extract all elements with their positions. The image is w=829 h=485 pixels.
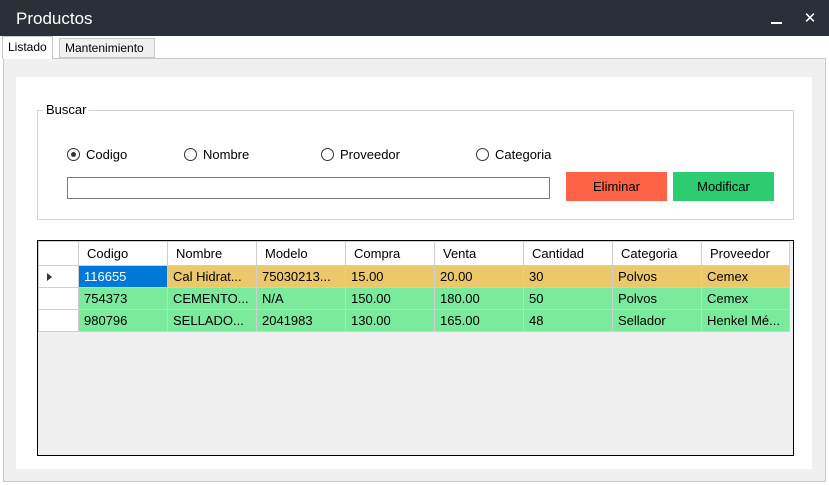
radio-nombre-label: Nombre (203, 146, 250, 162)
search-groupbox: Buscar Codigo Nombre Proveedor Categoria… (37, 102, 794, 220)
radio-circle-icon (184, 147, 197, 161)
table-cell[interactable]: N/A (256, 287, 346, 310)
column-header-cantidad[interactable]: Cantidad (523, 241, 613, 266)
column-header-venta[interactable]: Venta (434, 241, 524, 266)
table-cell[interactable]: Polvos (612, 265, 702, 288)
radio-categoria[interactable]: Categoria (476, 145, 551, 163)
table-cell[interactable]: Polvos (612, 287, 702, 310)
table-cell[interactable]: 15.00 (345, 265, 435, 288)
delete-button[interactable]: Eliminar (566, 172, 667, 201)
search-group-label: Buscar (43, 102, 90, 117)
column-header-modelo[interactable]: Modelo (256, 241, 346, 266)
table-cell[interactable]: 30 (523, 265, 613, 288)
radio-circle-icon (321, 147, 334, 161)
radio-proveedor-label: Proveedor (340, 146, 400, 162)
row-header[interactable] (38, 265, 79, 288)
table-cell[interactable]: CEMENTO... (167, 287, 257, 310)
close-icon[interactable]: ✕ (798, 6, 822, 30)
table-header-row: Codigo Nombre Modelo Compra Venta Cantid… (38, 241, 790, 266)
table-cell[interactable]: 50 (523, 287, 613, 310)
column-header-proveedor[interactable]: Proveedor (701, 241, 790, 266)
radio-proveedor[interactable]: Proveedor (321, 145, 400, 163)
products-table: Codigo Nombre Modelo Compra Venta Cantid… (38, 241, 790, 332)
window-title: Productos (16, 9, 93, 28)
row-pointer-icon (47, 273, 52, 281)
tab-strip: Listado Mantenimiento (0, 36, 829, 59)
table-cell[interactable]: 48 (523, 309, 613, 332)
table-cell[interactable]: 980796 (78, 309, 168, 332)
table-cell[interactable]: 20.00 (434, 265, 524, 288)
window-titlebar: Productos ✕ (0, 0, 829, 36)
column-header-compra[interactable]: Compra (345, 241, 435, 266)
listado-content: Buscar Codigo Nombre Proveedor Categoria… (16, 77, 812, 469)
column-header-codigo[interactable]: Codigo (78, 241, 168, 266)
search-input[interactable] (67, 177, 550, 199)
tab-mantenimiento[interactable]: Mantenimiento (59, 38, 155, 58)
table-cell[interactable]: 150.00 (345, 287, 435, 310)
table-cell[interactable]: 2041983 (256, 309, 346, 332)
table-cell[interactable]: 116655 (78, 265, 168, 288)
table-cell[interactable]: Henkel Mé... (701, 309, 790, 332)
radio-circle-icon (476, 147, 489, 161)
row-header-corner (38, 241, 79, 266)
table-cell[interactable]: Sellador (612, 309, 702, 332)
column-header-categoria[interactable]: Categoria (612, 241, 702, 266)
table-row[interactable]: 116655 Cal Hidrat... 75030213... 15.00 20.00… (38, 265, 790, 288)
minimize-icon[interactable] (764, 6, 788, 30)
table-cell[interactable]: 130.00 (345, 309, 435, 332)
table-row[interactable]: 754373 CEMENTO... N/A 150.00 180.00 50 Polvos C… (38, 287, 790, 310)
table-cell[interactable]: Cemex (701, 265, 790, 288)
row-header[interactable] (38, 287, 79, 310)
table-cell[interactable]: 75030213... (256, 265, 346, 288)
products-grid[interactable]: Codigo Nombre Modelo Compra Venta Cantid… (37, 240, 794, 456)
table-cell[interactable]: Cal Hidrat... (167, 265, 257, 288)
table-cell[interactable]: 165.00 (434, 309, 524, 332)
tab-listado[interactable]: Listado (2, 36, 53, 59)
tab-panel-listado: Buscar Codigo Nombre Proveedor Categoria… (3, 58, 826, 482)
radio-nombre[interactable]: Nombre (184, 145, 249, 163)
radio-codigo[interactable]: Codigo (67, 145, 127, 163)
radio-codigo-label: Codigo (86, 146, 128, 162)
table-cell[interactable]: SELLADO... (167, 309, 257, 332)
edit-button[interactable]: Modificar (673, 172, 774, 201)
table-cell[interactable]: Cemex (701, 287, 790, 310)
column-header-nombre[interactable]: Nombre (167, 241, 257, 266)
table-cell[interactable]: 180.00 (434, 287, 524, 310)
row-header[interactable] (38, 309, 79, 332)
radio-circle-checked-icon (67, 147, 80, 161)
radio-categoria-label: Categoria (495, 146, 552, 162)
table-cell[interactable]: 754373 (78, 287, 168, 310)
table-row[interactable]: 980796 SELLADO... 2041983 130.00 165.00 48 Sel… (38, 309, 790, 332)
